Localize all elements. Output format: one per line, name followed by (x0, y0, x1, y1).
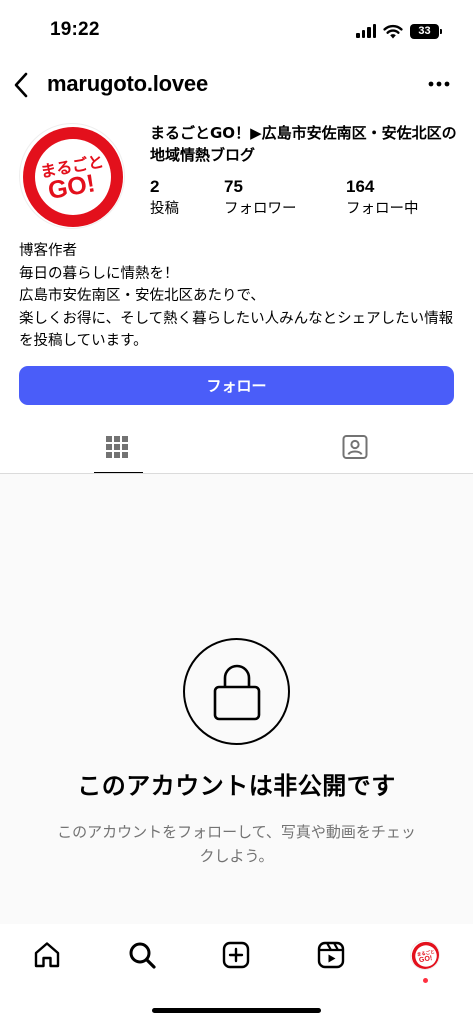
nav-search[interactable] (122, 935, 162, 975)
profile-summary: まるごと GO! ASAMINAMI & ASAKITA まるごとGO！▶広島市… (0, 120, 473, 232)
reels-icon (317, 941, 345, 969)
nav-home[interactable] (27, 935, 67, 975)
bio-line: 毎日の暮らしに情熱を！ (19, 265, 179, 282)
back-button[interactable] (8, 68, 34, 102)
profile-header: marugoto.lovee (0, 62, 473, 108)
followers-count: 75 (224, 177, 243, 196)
search-icon (129, 942, 156, 969)
username-title: marugoto.lovee (47, 71, 209, 96)
more-horizontal-icon (428, 81, 450, 87)
followers-label: フォロワー (224, 201, 297, 217)
private-title: このアカウントは非公開です (77, 772, 396, 800)
profile-avatar[interactable]: まるごと GO! ASAMINAMI & ASAKITA (19, 123, 125, 229)
follow-button[interactable]: フォロー (19, 366, 454, 405)
tagged-person-icon (342, 434, 367, 459)
lock-icon (213, 664, 260, 720)
tab-tagged[interactable] (236, 420, 473, 473)
status-bar: 19:22 33 (0, 0, 473, 58)
followers-stat[interactable]: 75 フォロワー (224, 177, 297, 220)
private-description: このアカウントをフォローして、写真や動画をチェックしよう。 (57, 823, 416, 865)
posts-stat: 2 投稿 (150, 177, 179, 220)
create-icon (222, 941, 250, 969)
bio-line: 楽しくお得に、そして熱く暮らしたい人みんなとシェアしたい情報を投稿しています。 (19, 310, 454, 350)
bio-category: 博客作者 (19, 243, 77, 259)
posts-count: 2 (150, 177, 160, 196)
status-icons: 33 (356, 21, 442, 41)
marugoto-go-logo: まるごと GO! ASAMINAMI & ASAKITA (23, 127, 123, 227)
posts-label: 投稿 (150, 201, 179, 217)
lock-badge (183, 638, 290, 745)
more-options-button[interactable] (427, 72, 451, 96)
home-indicator (152, 1008, 321, 1013)
bottom-navigation: まるごと GO! (0, 924, 473, 1024)
bio-line: 広島市安佐南区・安佐北区あたりで、 (19, 288, 265, 305)
following-stat[interactable]: 164 フォロー中 (346, 177, 419, 220)
wifi-icon (383, 24, 403, 38)
nav-profile[interactable]: まるごと GO! (405, 935, 445, 983)
content-tabs (0, 420, 473, 474)
cellular-signal-icon (356, 24, 376, 38)
profile-bio: 博客作者 毎日の暮らしに情熱を！ 広島市安佐南区・安佐北区あたりで、 楽しくお得… (19, 240, 464, 353)
notification-dot (423, 978, 428, 983)
nav-create[interactable] (216, 935, 256, 975)
home-icon (34, 942, 60, 968)
nav-reels[interactable] (311, 935, 351, 975)
marugoto-go-logo-small: まるごと GO! (411, 941, 439, 969)
following-label: フォロー中 (346, 201, 419, 217)
nav-profile-avatar: まるごと GO! (410, 940, 440, 970)
display-name: まるごとGO！▶広島市安佐南区・安佐北区の地域情熱ブログ (150, 124, 457, 164)
status-time: 19:22 (50, 19, 100, 40)
battery-icon: 33 (410, 23, 442, 39)
chevron-left-icon (14, 72, 28, 98)
following-count: 164 (346, 177, 375, 196)
private-account-notice: このアカウントは非公開です このアカウントをフォローして、写真や動画をチェックし… (0, 474, 473, 924)
tab-posts-grid[interactable] (0, 420, 237, 473)
grid-icon (106, 435, 128, 458)
